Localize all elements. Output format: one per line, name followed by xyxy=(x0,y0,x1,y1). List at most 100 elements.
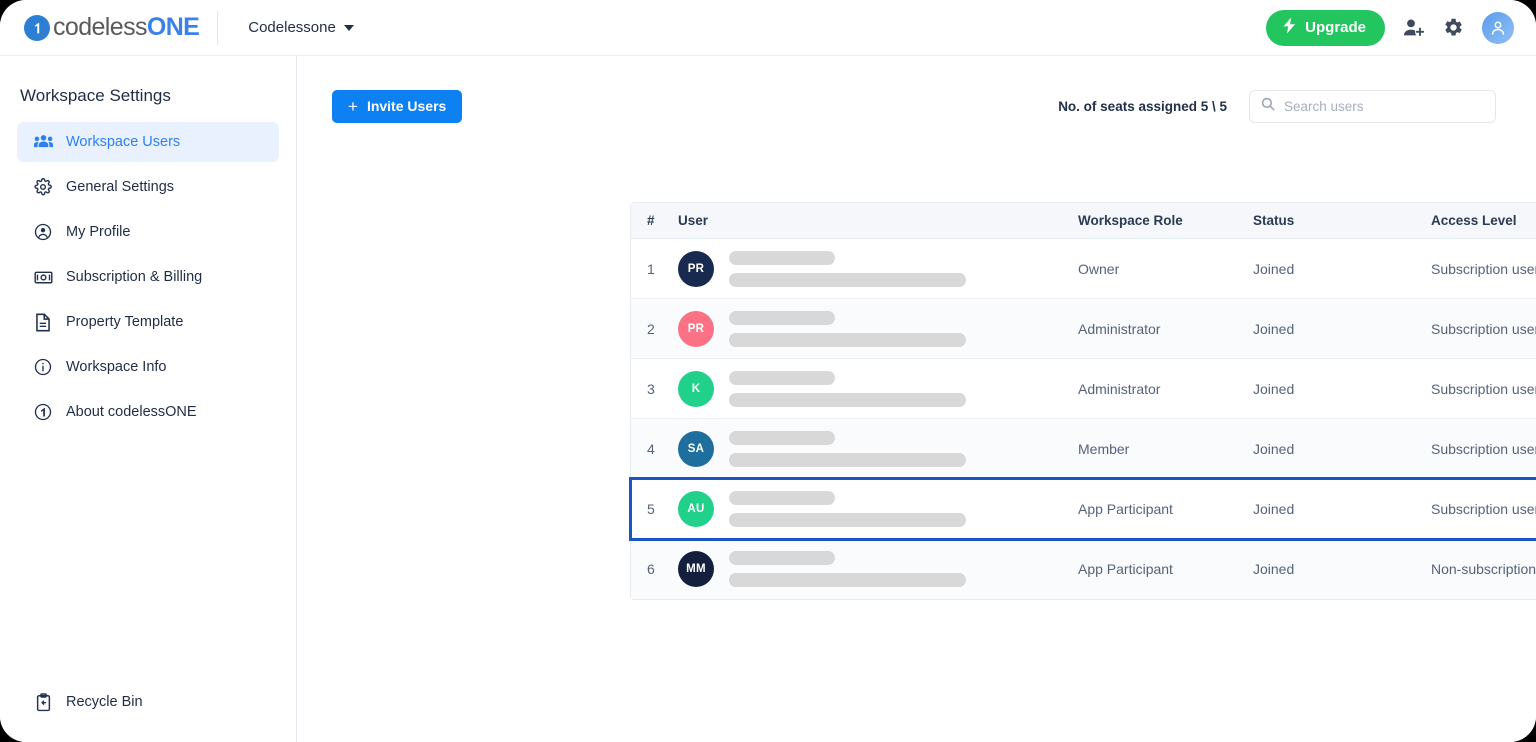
column-header-user: User xyxy=(678,213,709,228)
workspace-role-cell: App Participant xyxy=(1078,561,1173,577)
workspace-role-cell: Administrator xyxy=(1078,380,1161,397)
search-input[interactable] xyxy=(1284,98,1484,114)
user-cell: AU xyxy=(678,490,1078,527)
redacted-email-bar xyxy=(729,332,966,347)
topbar-divider xyxy=(217,10,219,45)
main-content: + Invite Users No. of seats assigned 5 \… xyxy=(297,56,1536,742)
row-number: 4 xyxy=(647,440,655,457)
sidebar-item-label: General Settings xyxy=(66,179,175,195)
status-cell: Joined xyxy=(1253,320,1295,337)
app-logo[interactable]: codelessONE xyxy=(24,0,200,56)
logo-wordmark: codelessONE xyxy=(53,13,200,42)
sidebar-item-label: About codelessONE xyxy=(66,404,197,420)
users-table: # User Workspace Role Status Access Leve… xyxy=(629,202,1536,600)
workspace-switcher[interactable]: Codelessone xyxy=(248,19,354,36)
user-avatar: SA xyxy=(678,430,714,467)
sidebar-item-label: My Profile xyxy=(66,224,131,240)
redacted-email-bar xyxy=(729,392,966,407)
sidebar-item-label: Subscription & Billing xyxy=(66,269,203,285)
workspace-name: Codelessone xyxy=(248,19,336,36)
access-level-cell: Subscription user xyxy=(1431,500,1536,517)
sidebar-item-about-codelessone[interactable]: About codelessONE xyxy=(17,392,279,432)
app-window: codelessONE Codelessone Upgrade Workspac… xyxy=(0,0,1536,742)
sidebar-item-property-template[interactable]: Property Template xyxy=(17,302,279,342)
users-icon xyxy=(33,132,53,152)
gear-icon[interactable] xyxy=(1443,17,1464,38)
upgrade-button[interactable]: Upgrade xyxy=(1266,9,1385,46)
user-avatar: AU xyxy=(678,490,714,527)
redacted-user-details xyxy=(729,551,966,587)
table-row[interactable]: 1 PR Owner Joined Subscription user xyxy=(631,239,1536,299)
redacted-email-bar xyxy=(729,573,966,587)
table-row[interactable]: 3 K Administrator Joined Subscription us… xyxy=(631,359,1536,419)
user-cell: MM xyxy=(678,551,1078,587)
access-level-cell: Non-subscription user xyxy=(1431,561,1536,577)
access-level-cell: Subscription user xyxy=(1431,260,1536,277)
user-avatar: MM xyxy=(678,551,714,587)
invite-users-label: Invite Users xyxy=(366,98,447,114)
recycle-bin-icon xyxy=(33,692,53,712)
top-bar: codelessONE Codelessone Upgrade xyxy=(0,0,1536,56)
sidebar-item-general-settings[interactable]: General Settings xyxy=(17,167,279,207)
plus-icon: + xyxy=(348,96,358,116)
access-level-cell: Subscription user xyxy=(1431,320,1536,337)
row-number: 6 xyxy=(647,561,655,577)
access-level-cell: Subscription user xyxy=(1431,440,1536,457)
table-row[interactable]: 2 PR Administrator Joined Subscription u… xyxy=(631,299,1536,359)
sidebar-item-workspace-users[interactable]: Workspace Users xyxy=(17,122,279,162)
redacted-email-bar xyxy=(729,272,966,287)
sidebar-item-label: Workspace Users xyxy=(66,134,181,150)
sidebar-item-label: Workspace Info xyxy=(66,359,167,375)
redacted-email-bar xyxy=(729,512,966,527)
banknote-icon xyxy=(33,267,53,287)
redacted-user-details xyxy=(729,310,966,347)
column-header-level: Access Level xyxy=(1431,213,1517,228)
workspace-role-cell: Member xyxy=(1078,440,1130,457)
redacted-name-bar xyxy=(729,430,835,445)
user-cell: SA xyxy=(678,430,1078,467)
recycle-bin-label: Recycle Bin xyxy=(66,694,143,710)
redacted-name-bar xyxy=(729,551,835,565)
info-circle-icon xyxy=(33,357,53,377)
add-user-icon[interactable] xyxy=(1403,18,1425,38)
user-avatar: K xyxy=(678,370,714,407)
user-cell: K xyxy=(678,370,1078,407)
user-avatar: PR xyxy=(678,310,714,347)
invite-users-button[interactable]: + Invite Users xyxy=(332,89,463,123)
search-box[interactable] xyxy=(1249,89,1496,123)
redacted-user-details xyxy=(729,490,966,527)
user-avatar: PR xyxy=(678,250,714,287)
sidebar-item-workspace-info[interactable]: Workspace Info xyxy=(17,347,279,387)
row-number: 5 xyxy=(647,500,655,517)
logo-word-codeless: codeless xyxy=(53,13,147,41)
document-icon xyxy=(33,312,53,332)
table-row[interactable]: 4 SA Member Joined Subscription user xyxy=(631,419,1536,479)
logo-circle-icon xyxy=(33,402,53,422)
table-header-row: # User Workspace Role Status Access Leve… xyxy=(631,203,1536,239)
user-cell: PR xyxy=(678,310,1078,347)
sidebar-item-subscription-billing[interactable]: Subscription & Billing xyxy=(17,257,279,297)
lightning-bolt-icon xyxy=(1282,17,1297,38)
redacted-user-details xyxy=(729,370,966,407)
table-row[interactable]: 5 AU App Participant Joined Subscription… xyxy=(629,477,1536,541)
sidebar-item-recycle-bin[interactable]: Recycle Bin xyxy=(17,682,279,722)
search-icon xyxy=(1261,97,1275,116)
redacted-user-details xyxy=(729,430,966,467)
upgrade-label: Upgrade xyxy=(1305,19,1366,36)
redacted-name-bar xyxy=(729,250,835,265)
sidebar-item-label: Property Template xyxy=(66,314,184,330)
sidebar-item-my-profile[interactable]: My Profile xyxy=(17,212,279,252)
sidebar: Workspace Settings Workspace Users Gener… xyxy=(0,56,297,742)
workspace-role-cell: Administrator xyxy=(1078,320,1161,337)
body-area: Workspace Settings Workspace Users Gener… xyxy=(0,56,1536,742)
table-row[interactable]: 6 MM App Participant Joined Non-subscrip… xyxy=(631,539,1536,599)
redacted-name-bar xyxy=(729,310,835,325)
topbar-actions: Upgrade xyxy=(1266,9,1514,46)
column-header-number: # xyxy=(647,213,655,228)
user-cell: PR xyxy=(678,250,1078,287)
avatar[interactable] xyxy=(1482,11,1514,44)
access-level-cell: Subscription user xyxy=(1431,380,1536,397)
users-toolbar: + Invite Users No. of seats assigned 5 \… xyxy=(332,88,1496,124)
redacted-name-bar xyxy=(729,370,835,385)
row-number: 3 xyxy=(647,380,655,397)
